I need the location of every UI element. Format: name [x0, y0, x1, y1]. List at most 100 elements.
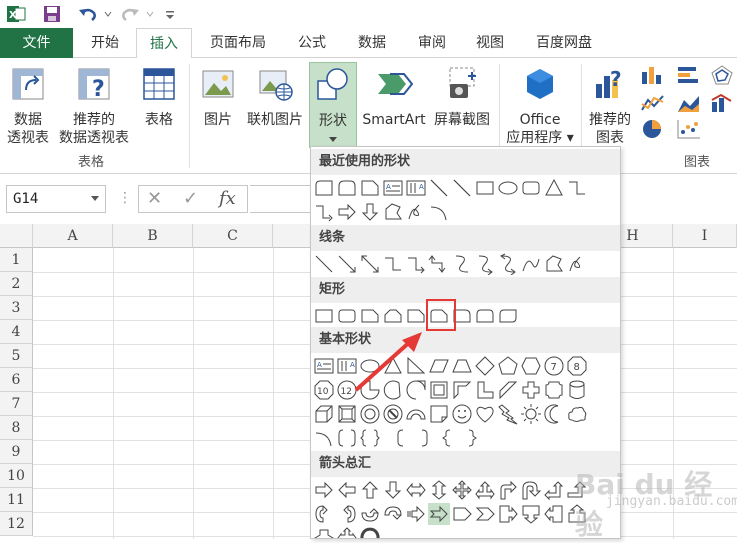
round-diagonal-corner-rectangle-shape[interactable]	[497, 305, 519, 327]
notched-right-arrow-shape[interactable]	[428, 503, 450, 525]
left-arrow-callout-shape[interactable]	[543, 503, 565, 525]
diagonal-stripe-shape[interactable]	[497, 379, 519, 401]
pentagon-shape[interactable]	[497, 355, 519, 377]
row-header-4[interactable]: 4	[0, 320, 33, 344]
tab-baidu-netdisk[interactable]: 百度网盘	[522, 28, 606, 58]
rounded-rectangle-shape[interactable]	[336, 305, 358, 327]
donut-shape[interactable]	[359, 403, 381, 425]
recommended-charts-button[interactable]: ? 推荐的 图表	[584, 66, 636, 147]
redo-dropdown-icon[interactable]	[140, 4, 160, 24]
table-button[interactable]: 表格	[136, 66, 182, 129]
combo-chart-button[interactable]	[708, 92, 736, 119]
freeform-shape[interactable]	[382, 201, 404, 223]
row-header-6[interactable]: 6	[0, 368, 33, 392]
snip-corner-rectangle-shape[interactable]	[359, 177, 381, 199]
row-header-8[interactable]: 8	[0, 416, 33, 440]
can-shape[interactable]	[566, 379, 588, 401]
block-arc-shape[interactable]	[405, 403, 427, 425]
row-header-3[interactable]: 3	[0, 296, 33, 320]
undo-icon[interactable]	[78, 4, 98, 24]
left-right-up-arrow-shape[interactable]	[474, 479, 496, 501]
elbow-double-arrow-connector-shape[interactable]	[428, 253, 450, 275]
insert-function-icon[interactable]: fx	[219, 188, 236, 209]
recommended-pivot-button[interactable]: ? 推荐的 数据透视表	[56, 66, 132, 147]
row-header-10[interactable]: 10	[0, 464, 33, 488]
smartart-button[interactable]: SmartArt	[359, 66, 429, 129]
tab-insert[interactable]: 插入	[136, 28, 192, 59]
diamond-shape[interactable]	[474, 355, 496, 377]
row-header-7[interactable]: 7	[0, 392, 33, 416]
row-header-5[interactable]: 5	[0, 344, 33, 368]
elbow-arrow-connector-shape[interactable]	[313, 201, 335, 223]
curve-shape[interactable]	[520, 253, 542, 275]
curved-down-arrow-shape[interactable]	[382, 503, 404, 525]
double-arrow-line-shape[interactable]	[359, 253, 381, 275]
pie-chart-button[interactable]	[638, 118, 668, 145]
tab-formulas[interactable]: 公式	[284, 28, 340, 58]
text-box-shape[interactable]: A	[382, 177, 404, 199]
cancel-icon[interactable]: ✕	[147, 188, 162, 209]
curved-connector-shape[interactable]	[451, 253, 473, 275]
up-arrow-shape[interactable]	[359, 479, 381, 501]
bevel-shape[interactable]	[336, 403, 358, 425]
vertical-text-box-shape[interactable]: A	[405, 177, 427, 199]
right-arrow-shape[interactable]	[313, 479, 335, 501]
snip-same-side-corner-rectangle-shape[interactable]	[382, 305, 404, 327]
radar-chart-button[interactable]	[708, 64, 736, 91]
row-header-11[interactable]: 11	[0, 488, 33, 512]
left-right-arrow-shape[interactable]	[405, 479, 427, 501]
plaque-shape[interactable]	[543, 379, 565, 401]
shapes-button[interactable]: 形状	[309, 62, 357, 148]
scribble-shape[interactable]	[566, 253, 588, 275]
double-brace-shape[interactable]	[359, 427, 381, 449]
curved-right-arrow-shape[interactable]	[313, 503, 335, 525]
rectangle-shape[interactable]	[474, 177, 496, 199]
half-frame-shape[interactable]	[451, 379, 473, 401]
curved-up-arrow-shape[interactable]	[359, 503, 381, 525]
quad-arrow-shape[interactable]	[451, 479, 473, 501]
tab-view[interactable]: 视图	[462, 28, 518, 58]
arc-shape[interactable]	[428, 201, 450, 223]
tab-page-layout[interactable]: 页面布局	[198, 28, 278, 58]
heart-shape[interactable]	[474, 403, 496, 425]
name-box-dropdown-icon[interactable]	[91, 196, 99, 201]
left-brace-shape[interactable]	[437, 427, 459, 449]
office-apps-button[interactable]: Office 应用程序 ▾	[502, 66, 578, 147]
curved-arrow-connector-shape[interactable]	[474, 253, 496, 275]
trapezoid-shape[interactable]	[451, 355, 473, 377]
down-arrow-shape[interactable]	[359, 201, 381, 223]
customize-arrow-icon[interactable]	[160, 4, 180, 24]
cloud-shape[interactable]	[566, 403, 588, 425]
row-header-2[interactable]: 2	[0, 272, 33, 296]
area-chart-button[interactable]	[674, 92, 704, 119]
right-arrow-callout-shape[interactable]	[497, 503, 519, 525]
hexagon-shape[interactable]	[520, 355, 542, 377]
snip-diagonal-corner-rectangle-shape[interactable]	[405, 305, 427, 327]
down-arrow-callout-shape[interactable]	[520, 503, 542, 525]
lightning-bolt-shape[interactable]	[497, 403, 519, 425]
right-bracket-shape[interactable]	[414, 427, 436, 449]
undo-dropdown-icon[interactable]	[98, 4, 118, 24]
column-header-a[interactable]: A	[33, 224, 113, 248]
tab-home[interactable]: 开始	[78, 28, 132, 58]
folded-corner-shape[interactable]	[428, 403, 450, 425]
tab-file[interactable]: 文件	[0, 28, 73, 58]
chevron-shape[interactable]	[474, 503, 496, 525]
right-brace-shape[interactable]	[460, 427, 482, 449]
row-header-9[interactable]: 9	[0, 440, 33, 464]
line-shape[interactable]	[313, 253, 335, 275]
row-header-12[interactable]: 12	[0, 512, 33, 536]
column-header-i[interactable]: I	[673, 224, 737, 248]
arc-shape[interactable]	[313, 427, 335, 449]
online-picture-button[interactable]: 联机图片	[244, 66, 306, 129]
circular-arrow-shape[interactable]	[359, 527, 381, 538]
elbow-connector-shape[interactable]	[382, 253, 404, 275]
double-bracket-shape[interactable]	[336, 427, 358, 449]
row-header-1[interactable]: 1	[0, 248, 33, 272]
round-same-side-corner-rectangle-shape[interactable]	[474, 305, 496, 327]
enter-icon[interactable]: ✓	[183, 188, 198, 209]
snip-single-corner-rectangle-shape[interactable]	[359, 305, 381, 327]
heptagon-shape[interactable]: 7	[543, 355, 565, 377]
left-bracket-shape[interactable]	[391, 427, 413, 449]
name-box[interactable]: G14	[6, 185, 106, 213]
